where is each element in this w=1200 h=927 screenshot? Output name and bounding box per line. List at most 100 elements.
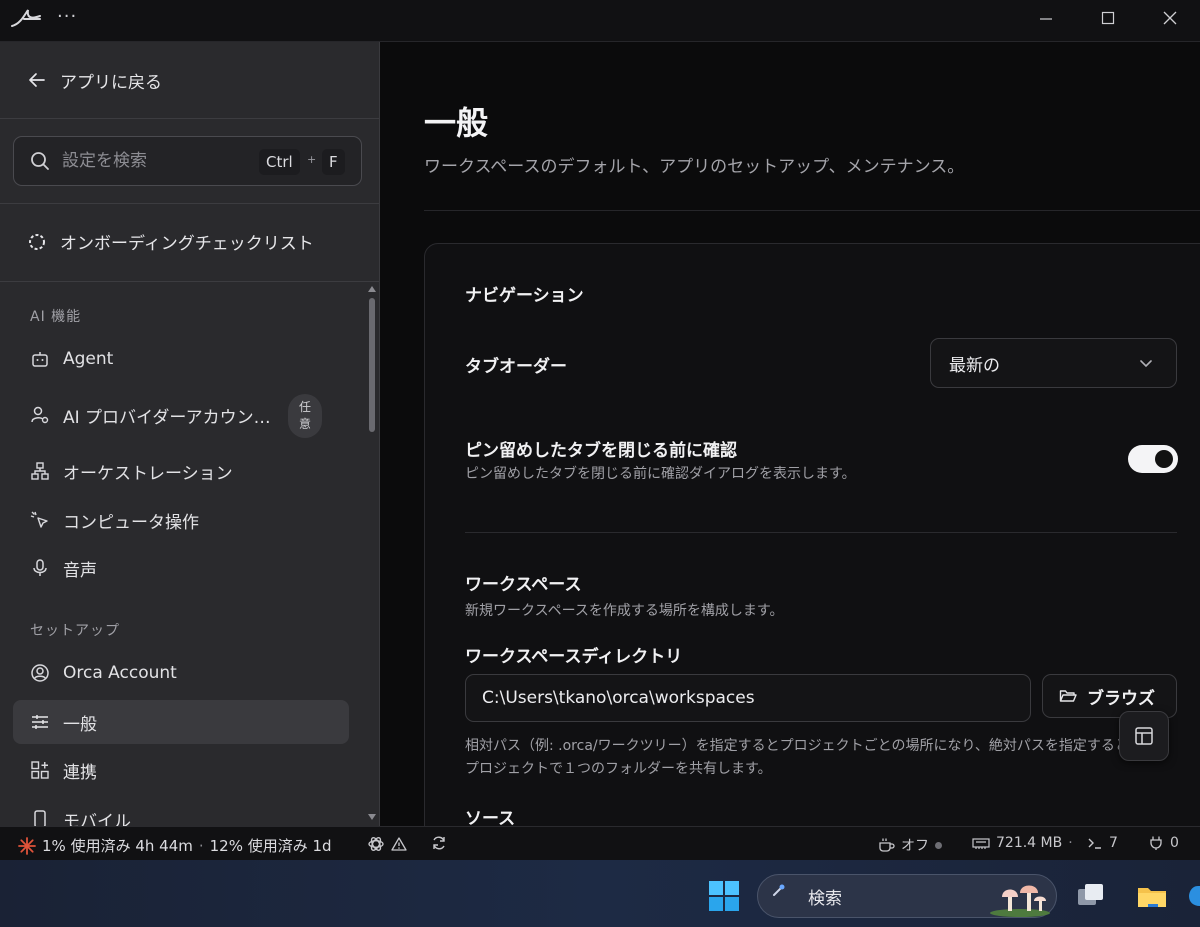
ports-count: 0 — [1170, 835, 1179, 851]
microphone-icon — [29, 557, 51, 579]
layout-panel-button[interactable] — [1119, 711, 1169, 761]
shortcut-plus: + — [307, 153, 317, 166]
memory-status[interactable]: 721.4 MB · — [972, 835, 1073, 851]
workspace-dir-input[interactable] — [465, 674, 1031, 722]
general-settings-card: ナビゲーション タブオーダー 最新の ピン留めしたタブを閉じる前に確認 ピン留め… — [424, 243, 1200, 826]
tab-order-select[interactable]: 最新の — [930, 338, 1177, 388]
sidebar-item-label: モバイル — [63, 811, 131, 827]
close-icon — [1163, 11, 1177, 25]
scroll-up-arrow-icon[interactable] — [368, 286, 376, 292]
sidebar-divider — [0, 281, 379, 282]
back-to-app-button[interactable]: アプリに戻る — [0, 42, 379, 119]
scroll-down-arrow-icon[interactable] — [368, 814, 376, 820]
minimize-button[interactable] — [1015, 0, 1077, 36]
refresh-icon — [433, 836, 445, 850]
onboarding-label: オンボーディングチェックリスト — [60, 234, 314, 254]
settings-main-panel: 一般 ワークスペースのデフォルト、アプリのセットアップ、メンテナンス。 ナビゲー… — [381, 42, 1200, 826]
confirm-close-pinned-label: ピン留めしたタブを閉じる前に確認 — [465, 441, 737, 461]
folder-open-icon — [1059, 690, 1077, 702]
source-heading: ソース — [465, 809, 516, 826]
search-icon — [773, 884, 785, 896]
sidebar-item-label: Agent — [63, 349, 114, 369]
ports-status[interactable]: 0 — [1148, 835, 1179, 851]
sidebar-item-label: 一般 — [63, 714, 97, 735]
caffeine-dot — [935, 841, 942, 849]
page-title: 一般 — [424, 104, 489, 142]
shortcut-key-ctrl: Ctrl — [259, 149, 300, 175]
sidebar-item-label: オーケストレーション — [63, 463, 233, 484]
section-title-setup: セットアップ — [30, 623, 120, 639]
sidebar-scroll-thumb[interactable] — [369, 298, 375, 432]
titlebar-menu-button[interactable]: ··· — [57, 6, 77, 27]
sidebar-item-orca-account[interactable]: Orca Account — [13, 651, 349, 695]
terminals-count: 7 — [1109, 835, 1118, 851]
windows-taskbar: 検索 — [0, 860, 1200, 927]
sidebar-item-integrations[interactable]: 連携 — [13, 748, 349, 792]
shortcut-key-f: F — [322, 149, 345, 175]
sidebar-item-label: Orca Account — [63, 663, 177, 683]
terminal-prompt-icon — [1088, 838, 1101, 849]
task-view-icon[interactable] — [1075, 880, 1107, 912]
refresh-status-button[interactable] — [431, 835, 447, 851]
cursor-click-icon — [29, 509, 51, 531]
grid-plus-icon — [29, 759, 51, 781]
layout-icon — [1135, 727, 1153, 745]
status-bar: 1% 使用済み 4h 44m · 12% 使用済み 1d オフ 721.4 MB… — [0, 826, 1200, 860]
taskbar-search-label: 検索 — [808, 888, 842, 909]
sidebar-item-general[interactable]: 一般 — [13, 700, 349, 744]
user-circle-icon — [29, 662, 51, 684]
mushroom-illustration-icon — [990, 885, 1050, 917]
maximize-button[interactable] — [1077, 0, 1139, 36]
memory-chip-icon — [972, 838, 990, 849]
openai-icon — [368, 837, 384, 851]
sidebar-item-label: コンピュータ操作 — [63, 512, 199, 533]
caffeine-value: オフ — [901, 838, 929, 854]
sidebar-item-agent[interactable]: Agent — [13, 337, 349, 381]
tab-order-value: 最新の — [949, 355, 1000, 376]
sidebar-item-orchestration[interactable]: オーケストレーション — [13, 449, 349, 493]
sidebar-divider — [0, 203, 379, 204]
file-explorer-icon[interactable] — [1136, 880, 1168, 912]
optional-badge-line2: 意 — [298, 417, 311, 431]
settings-search-input[interactable] — [62, 151, 242, 171]
sidebar-item-mobile[interactable]: モバイル — [13, 797, 349, 826]
browse-label: ブラウズ — [1087, 688, 1155, 709]
user-gear-icon — [29, 404, 51, 426]
title-bar: ··· — [0, 0, 1200, 42]
provider-status[interactable] — [367, 835, 407, 853]
header-divider — [424, 210, 1200, 211]
orca-logo-icon — [11, 9, 41, 27]
sidebar-item-label: AI プロバイダーアカウン… — [63, 407, 271, 428]
onboarding-checklist-item[interactable]: オンボーディングチェックリスト — [28, 229, 314, 254]
usage-status[interactable]: 1% 使用済み 4h 44m · 12% 使用済み 1d — [18, 835, 332, 856]
usage-primary: 1% 使用済み 4h 44m — [42, 837, 193, 855]
usage-secondary: 12% 使用済み 1d — [209, 837, 332, 855]
settings-sidebar: アプリに戻る Ctrl + F オンボーディングチェックリスト AI 機能 Ag… — [0, 42, 380, 826]
edge-browser-icon[interactable] — [1188, 880, 1200, 912]
memory-value: 721.4 MB — [996, 835, 1063, 851]
optional-badge: 任 意 — [288, 394, 322, 438]
plug-icon — [1150, 836, 1162, 850]
close-button[interactable] — [1139, 0, 1200, 36]
minimize-icon — [1040, 18, 1052, 20]
confirm-close-pinned-toggle[interactable] — [1128, 445, 1178, 473]
workspace-dir-helper: 相対パス（例: .orca/ワークツリー）を指定するとプロジェクトごとの場所にな… — [465, 738, 1143, 777]
section-title-ai: AI 機能 — [30, 309, 82, 325]
sidebar-item-voice[interactable]: 音声 — [13, 546, 349, 590]
sidebar-item-computer-use[interactable]: コンピュータ操作 — [13, 498, 349, 542]
warning-icon — [391, 837, 407, 851]
sunburst-icon — [18, 836, 36, 855]
toggle-knob — [1155, 450, 1173, 468]
caffeine-status[interactable]: オフ — [878, 835, 942, 855]
maximize-icon — [1101, 11, 1115, 25]
taskbar-search-box[interactable]: 検索 — [757, 874, 1057, 918]
optional-badge-line1: 任 — [298, 400, 311, 414]
search-icon — [31, 152, 49, 170]
memory-separator: · — [1068, 835, 1073, 851]
sliders-icon — [29, 711, 51, 733]
settings-search-box[interactable]: Ctrl + F — [13, 136, 362, 186]
hierarchy-icon — [29, 460, 51, 482]
windows-start-icon[interactable] — [708, 880, 740, 912]
phone-icon — [29, 808, 51, 826]
terminals-status[interactable]: 7 — [1087, 835, 1118, 851]
